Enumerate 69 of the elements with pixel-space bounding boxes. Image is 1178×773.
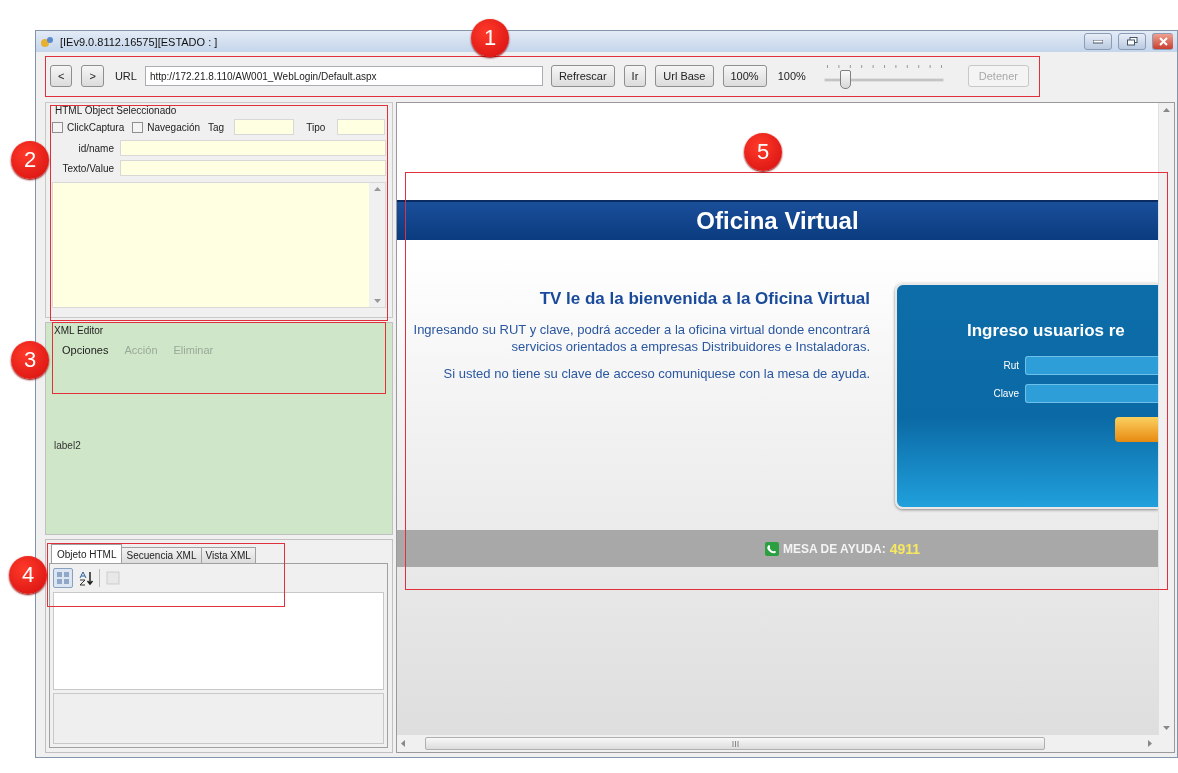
scroll-down-icon[interactable] xyxy=(373,299,381,303)
help-number: 4911 xyxy=(889,540,921,557)
toolbar-label: 100% xyxy=(777,70,806,82)
label-text: label2 xyxy=(54,440,82,451)
login-field[interactable] xyxy=(1025,383,1158,403)
text-area[interactable] xyxy=(52,182,386,308)
type-field[interactable] xyxy=(337,119,386,135)
page-banner: Oficina Virtual xyxy=(397,200,1158,240)
toolbar-button[interactable]: Url Base xyxy=(655,65,714,87)
paragraph: Ingresando su RUT y clave, podrá acceder a la oficina virtual donde encontrará servicios orientados a empresas Distribuidores e Instaladoras. xyxy=(412,321,870,355)
toolbar-button[interactable]: > xyxy=(81,65,104,87)
tag-field[interactable] xyxy=(234,119,295,135)
tab[interactable]: Objeto HTML xyxy=(51,544,123,563)
login-title: Ingreso usuarios re xyxy=(967,321,1126,341)
scroll-right-icon[interactable] xyxy=(1148,740,1152,747)
menu-item[interactable]: Opciones xyxy=(54,342,117,358)
tab[interactable]: Vista XML xyxy=(200,547,256,563)
checkbox-label: Navegación xyxy=(147,121,201,133)
callout-number: 3 xyxy=(11,341,49,379)
minimize-button[interactable] xyxy=(1084,33,1112,50)
field-label: Clave xyxy=(992,387,1020,399)
url-field[interactable]: http://172.21.8.110/AW001_WebLogin/Default.aspx xyxy=(144,66,543,86)
toolbar-button[interactable]: Refrescar xyxy=(550,65,615,87)
paragraph: Si usted no tiene su clave de acceso comuniquese con la mesa de ayuda. xyxy=(442,365,870,382)
scroll-thumb[interactable] xyxy=(425,737,1045,750)
toolbar-label: URL xyxy=(114,70,137,82)
help-label: MESA DE AYUDA: xyxy=(782,541,886,556)
grip-icon xyxy=(731,740,739,747)
field-label: Tipo xyxy=(306,121,326,133)
slider-thumb[interactable] xyxy=(840,70,852,89)
scroll-up-icon[interactable] xyxy=(1163,108,1170,112)
text-field[interactable] xyxy=(120,140,386,156)
toolbar-button[interactable]: Ir xyxy=(623,65,647,87)
horizontal-scrollbar[interactable] xyxy=(397,735,1174,752)
scroll-up-icon[interactable] xyxy=(373,187,381,191)
scroll-left-icon[interactable] xyxy=(401,740,405,747)
sort-icon xyxy=(78,570,94,586)
grid-icon xyxy=(56,571,70,585)
field-label: Tag xyxy=(208,121,225,133)
login-field[interactable] xyxy=(1025,355,1158,375)
minimize-icon xyxy=(1093,39,1103,44)
checkbox[interactable] xyxy=(132,121,144,133)
zoom-slider[interactable] xyxy=(823,63,944,89)
phone-icon xyxy=(764,541,779,556)
field-label: Rut xyxy=(1002,359,1020,371)
close-icon xyxy=(1158,37,1168,46)
tab[interactable]: Secuencia XML xyxy=(121,547,202,563)
group-title: HTML Object Seleccionado xyxy=(55,105,178,116)
welcome-heading: TV le da la bienvenida a la Oficina Virtual xyxy=(538,289,870,309)
callout-number: 4 xyxy=(9,556,47,594)
editor-title: XML Editor xyxy=(54,325,105,336)
field-label: id/name xyxy=(77,142,114,154)
submit-button[interactable] xyxy=(1115,417,1158,442)
text-field[interactable] xyxy=(120,160,386,176)
restore-icon xyxy=(1126,37,1138,46)
page-icon xyxy=(106,571,120,585)
callout-number: 1 xyxy=(471,19,509,57)
toolbar-button[interactable]: < xyxy=(50,65,73,87)
close-button[interactable] xyxy=(1152,33,1173,50)
app-icon xyxy=(40,35,54,48)
vertical-scrollbar[interactable] xyxy=(1158,103,1174,735)
restore-button[interactable] xyxy=(1118,33,1146,50)
window-title: [IEv9.0.8112.16575][ESTADO : ] xyxy=(60,35,218,48)
checkbox-label: ClickCaptura xyxy=(67,121,125,133)
field-label: Texto/Value xyxy=(61,162,114,174)
scroll-down-icon[interactable] xyxy=(1163,726,1170,730)
callout-number: 2 xyxy=(11,141,49,179)
toolbar-button[interactable]: 100% xyxy=(722,65,767,87)
checkbox[interactable] xyxy=(52,121,63,133)
